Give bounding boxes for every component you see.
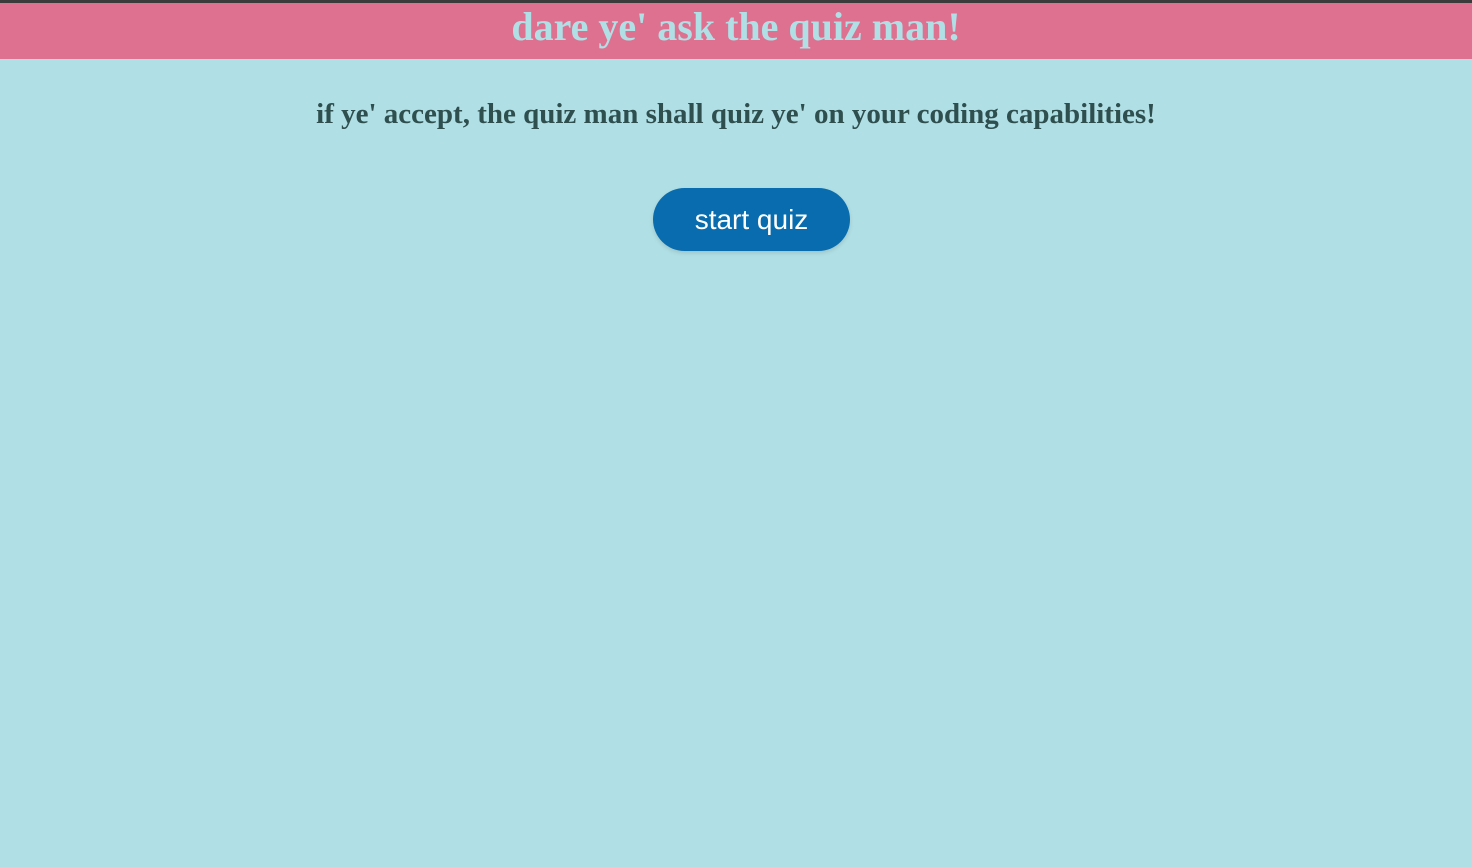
page-header: dare ye' ask the quiz man! (0, 3, 1472, 59)
page-title: dare ye' ask the quiz man! (511, 4, 961, 49)
quiz-intro-text: if ye' accept, the quiz man shall quiz y… (316, 98, 1156, 130)
start-quiz-button[interactable]: start quiz (653, 188, 850, 251)
